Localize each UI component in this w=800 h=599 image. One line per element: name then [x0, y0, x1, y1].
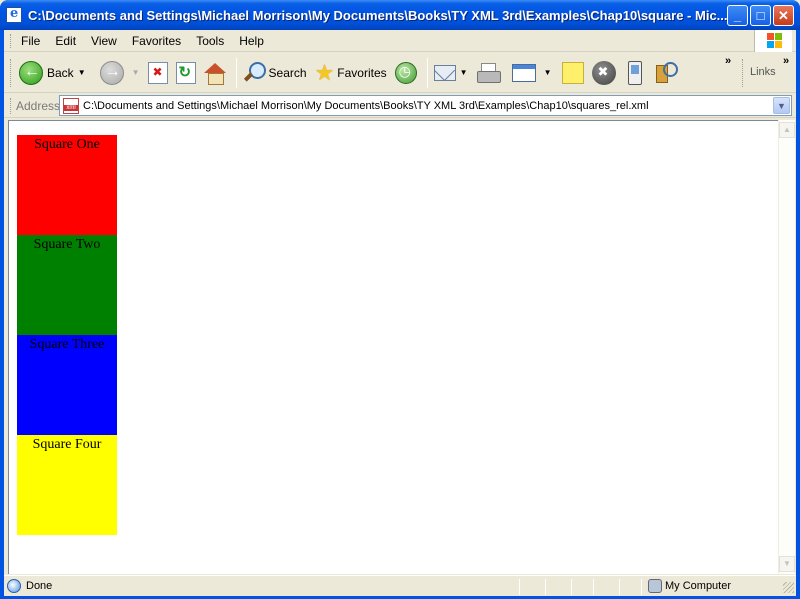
- windows-logo: [754, 30, 792, 52]
- sticky-note-icon: [561, 61, 584, 84]
- back-arrow-icon: [19, 60, 43, 85]
- menu-edit[interactable]: Edit: [55, 34, 76, 48]
- favorites-star-icon: ★: [314, 59, 335, 85]
- forward-arrow-icon: [99, 60, 124, 85]
- vertical-scrollbar[interactable]: ▲ ▼: [778, 120, 795, 574]
- logo-green-pane: [775, 33, 782, 40]
- resize-grip[interactable]: [783, 582, 794, 593]
- stop-button[interactable]: [147, 61, 168, 84]
- scroll-up-button[interactable]: ▲: [779, 122, 795, 138]
- browser-window: C:\Documents and Settings\Michael Morris…: [0, 0, 800, 599]
- menu-favorites[interactable]: Favorites: [132, 34, 181, 48]
- menu-view[interactable]: View: [91, 34, 117, 48]
- notes-button[interactable]: [561, 61, 584, 84]
- close-circle-icon: [591, 60, 616, 85]
- square-one: Square One: [17, 135, 117, 235]
- history-icon: [394, 61, 417, 84]
- back-dropdown-icon[interactable]: ▼: [78, 68, 86, 77]
- browser-client: File Edit View Favorites Tools Help Back…: [4, 30, 796, 596]
- menu-bar: File Edit View Favorites Tools Help: [4, 30, 796, 52]
- address-label: Address: [16, 98, 61, 113]
- square-four: Square Four: [17, 435, 117, 535]
- links-label[interactable]: Links: [750, 66, 776, 78]
- mail-icon: [433, 64, 456, 81]
- forward-dropdown-icon[interactable]: ▼: [132, 68, 140, 77]
- ie-page-icon: [6, 6, 22, 23]
- scroll-down-button[interactable]: ▼: [779, 556, 795, 572]
- stop-icon: [147, 61, 168, 84]
- status-divider: [641, 579, 642, 595]
- toolbar-overflow-chevron[interactable]: »: [725, 55, 731, 67]
- status-divider: [619, 579, 620, 595]
- device-button[interactable]: [627, 60, 642, 85]
- address-bar: Address C:\Documents and Settings\Michae…: [4, 94, 796, 118]
- menu-file[interactable]: File: [21, 34, 40, 48]
- title-bar[interactable]: C:\Documents and Settings\Michael Morris…: [0, 0, 800, 30]
- status-divider: [593, 579, 594, 595]
- address-input[interactable]: C:\Documents and Settings\Michael Morris…: [59, 95, 792, 116]
- back-label: Back: [47, 65, 74, 80]
- status-text: Done: [26, 580, 53, 592]
- refresh-icon: [175, 61, 196, 84]
- search-button[interactable]: Search: [243, 61, 307, 84]
- links-overflow-chevron[interactable]: »: [783, 55, 789, 67]
- logo-yellow-pane: [775, 41, 782, 48]
- home-button[interactable]: [203, 62, 226, 85]
- menu-tools[interactable]: Tools: [196, 34, 224, 48]
- status-divider: [519, 579, 520, 595]
- edit-button[interactable]: ▼: [511, 63, 552, 82]
- minimize-button[interactable]: _: [727, 5, 748, 26]
- research-button[interactable]: [654, 61, 678, 84]
- search-icon: [243, 61, 266, 84]
- toolbar-separator: [235, 57, 237, 88]
- logo-red-pane: [767, 33, 774, 40]
- favorites-label: Favorites: [337, 65, 387, 80]
- xml-file-icon: [63, 97, 79, 114]
- media-button[interactable]: [394, 61, 417, 84]
- standard-toolbar: Back ▼ ▼ Search ★ Favori: [4, 53, 796, 93]
- mail-button[interactable]: ▼: [433, 64, 468, 81]
- addressbar-grip[interactable]: [10, 97, 13, 114]
- close-button[interactable]: ✕: [773, 5, 794, 26]
- edit-page-icon: [511, 63, 536, 82]
- search-label: Search: [268, 65, 307, 80]
- favorites-button[interactable]: ★ Favorites: [315, 60, 387, 86]
- edit-dropdown-icon[interactable]: ▼: [544, 68, 552, 77]
- messenger-button[interactable]: [591, 60, 616, 85]
- menu-help[interactable]: Help: [239, 34, 264, 48]
- logo-blue-pane: [767, 41, 774, 48]
- forward-button[interactable]: ▼: [99, 60, 140, 85]
- computer-zone-icon: [648, 579, 662, 593]
- address-dropdown-icon[interactable]: ▼: [773, 97, 790, 114]
- ie-page-icon: [7, 579, 21, 593]
- status-divider: [571, 579, 572, 595]
- refresh-button[interactable]: [175, 61, 196, 84]
- page-content: Square One Square Two Square Three Squar…: [8, 120, 778, 574]
- security-zone: My Computer: [665, 580, 732, 592]
- links-grip[interactable]: [742, 59, 745, 87]
- home-icon: [203, 62, 226, 85]
- research-icon: [654, 61, 678, 84]
- toolbar-grip[interactable]: [10, 58, 13, 87]
- printer-icon: [476, 62, 501, 83]
- address-url[interactable]: C:\Documents and Settings\Michael Morris…: [83, 100, 649, 112]
- square-three: Square Three: [17, 335, 117, 435]
- toolbar-separator: [426, 57, 428, 88]
- status-bar: Done My Computer: [4, 575, 796, 596]
- maximize-button[interactable]: □: [750, 5, 771, 26]
- mail-dropdown-icon[interactable]: ▼: [460, 68, 468, 77]
- back-button[interactable]: Back ▼: [19, 60, 86, 85]
- mobile-device-icon: [627, 60, 642, 85]
- print-button[interactable]: [476, 62, 501, 83]
- window-title: C:\Documents and Settings\Michael Morris…: [28, 7, 728, 23]
- menubar-grip[interactable]: [10, 33, 13, 48]
- square-two: Square Two: [17, 235, 117, 335]
- status-divider: [545, 579, 546, 595]
